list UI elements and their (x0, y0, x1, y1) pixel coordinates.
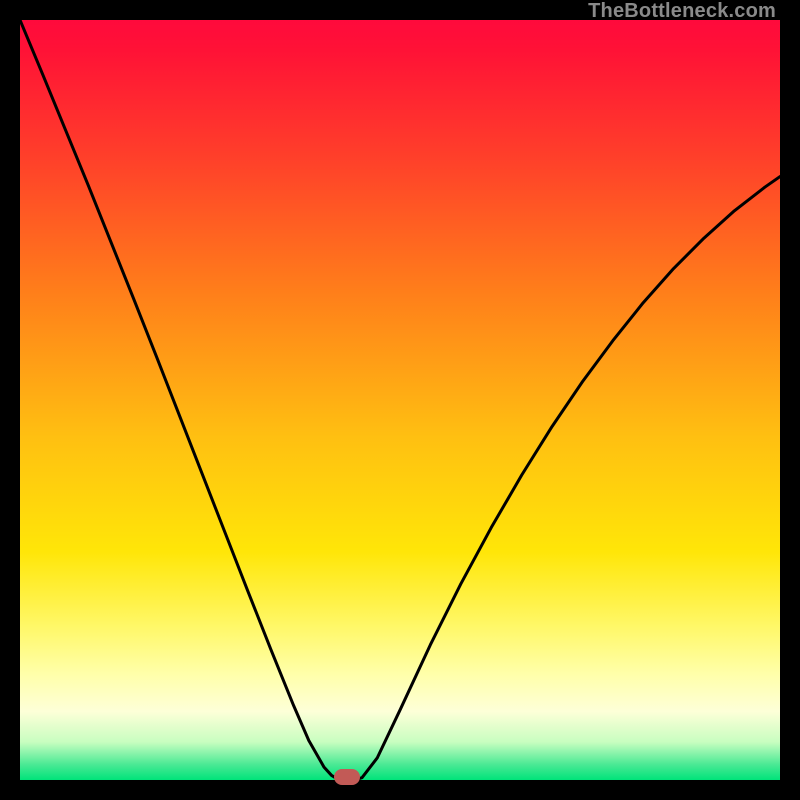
optimal-point-marker (334, 769, 360, 785)
chart-frame: TheBottleneck.com (0, 0, 800, 800)
bottleneck-curve (20, 20, 780, 780)
plot-area (20, 20, 780, 780)
